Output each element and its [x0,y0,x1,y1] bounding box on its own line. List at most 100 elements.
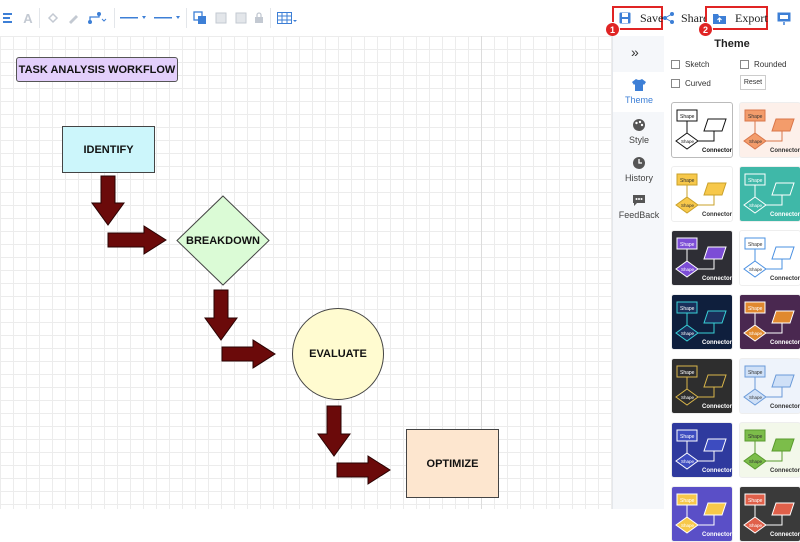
theme-card[interactable]: Shape Shape Connector [739,486,800,542]
node-optimize-label: OPTIMIZE [426,457,479,470]
rail-item-label: Style [628,135,649,145]
rail-item-history[interactable]: History [613,156,665,190]
theme-panel: Theme Sketch Rounded Curved Reset Shape S… [664,36,800,542]
theme-shape-label: Shape [748,114,763,120]
theme-shape-label: Shape [748,498,763,504]
theme-connector-label: Connector [770,340,800,346]
theme-shape-label: Shape [749,331,763,336]
panel-title: Theme [714,38,750,50]
node-optimize[interactable]: OPTIMIZE [406,429,499,498]
theme-preview: Shape Shape Connector [675,493,733,538]
theme-card[interactable]: Shape Shape Connector [671,166,733,222]
lock-icon[interactable] [252,9,266,27]
theme-card[interactable]: Shape Shape Connector [739,358,800,414]
rounded-option[interactable]: Rounded [740,60,786,69]
rounded-label: Rounded [754,60,787,69]
rounded-checkbox[interactable] [740,60,749,69]
theme-connector-label: Connector [770,276,800,282]
rail-item-theme[interactable]: Theme [613,72,665,112]
export-label: Export [735,10,768,25]
copy-style-icon[interactable] [214,9,228,27]
arrow-down-2 [204,289,238,341]
theme-shape-label: Shape [749,523,763,528]
reset-button[interactable]: Reset [740,75,766,90]
node-identify-label: IDENTIFY [83,143,134,156]
collapse-panel-icon[interactable]: » [631,44,639,60]
theme-card[interactable]: Shape Shape Connector [739,102,800,158]
theme-shape-label: Shape [749,395,763,400]
theme-preview: Shape Shape Connector [743,173,800,218]
theme-card[interactable]: Shape Shape Connector [671,422,733,478]
theme-card[interactable]: Shape Shape Connector [671,486,733,542]
theme-shape-label: Shape [681,459,695,464]
theme-card[interactable]: Shape Shape Connector [671,358,733,414]
sketch-checkbox[interactable] [671,60,680,69]
align-menu-icon[interactable] [2,9,16,27]
theme-card[interactable]: Shape Shape Connector [671,294,733,350]
theme-shape-label: Shape [681,139,695,144]
theme-shape-label: Shape [681,267,695,272]
theme-card[interactable]: Shape Shape Connector [671,102,733,158]
theme-connector-label: Connector [770,532,800,538]
line-width-dropdown[interactable] [154,9,182,27]
font-color-icon[interactable]: A [22,9,34,27]
sketch-option[interactable]: Sketch [671,60,709,69]
theme-card[interactable]: Shape Shape Connector [739,294,800,350]
node-evaluate-label: EVALUATE [309,348,367,360]
fill-bucket-icon[interactable] [46,9,60,27]
share-button[interactable]: Share [663,10,705,26]
theme-card[interactable]: Shape Shape Connector [739,230,800,286]
theme-card[interactable]: Shape Shape Connector [739,422,800,478]
save-icon [619,12,631,24]
theme-preview: Shape Shape Connector [743,365,800,410]
theme-card[interactable]: Shape Shape Connector [739,166,800,222]
theme-connector-label: Connector [702,276,733,282]
theme-card[interactable]: Shape Shape Connector [671,230,733,286]
theme-connector-label: Connector [702,468,733,474]
theme-preview: Shape Shape Connector [675,237,733,282]
group-icon[interactable] [234,9,248,27]
theme-connector-label: Connector [702,532,733,538]
arrange-icon[interactable] [192,9,208,27]
theme-shape-label: Shape [748,178,763,184]
step-badge-1: 1 [605,22,620,37]
line-style-dropdown[interactable] [120,9,148,27]
theme-shape-label: Shape [680,114,695,120]
theme-preview: Shape Shape Connector [675,173,732,218]
theme-preview: Shape Shape Connector [675,429,733,474]
theme-shape-label: Shape [680,306,695,312]
export-button[interactable]: Export [705,6,768,30]
step-badge-2: 2 [698,22,713,37]
arrow-down-3 [317,405,351,457]
theme-shape-label: Shape [748,370,763,376]
node-breakdown[interactable]: BREAKDOWN [176,195,270,286]
table-icon[interactable] [276,9,298,27]
theme-shape-label: Shape [681,523,695,528]
theme-shape-label: Shape [681,331,695,336]
theme-preview: Shape Shape Connector [743,493,800,538]
diagram-canvas[interactable]: TASK ANALYSIS WORKFLOW IDENTIFY BREAKDOW… [0,36,612,509]
theme-shape-label: Shape [749,203,763,208]
clock-icon [632,156,646,170]
theme-shape-label: Shape [680,434,695,440]
pen-icon[interactable] [66,9,80,27]
node-evaluate[interactable]: EVALUATE [292,308,384,400]
node-breakdown-label: BREAKDOWN [186,234,260,247]
theme-shape-label: Shape [680,370,695,376]
node-identify[interactable]: IDENTIFY [62,126,155,173]
theme-shape-label: Shape [748,434,763,440]
theme-connector-label: Connector [702,340,733,346]
connector-style-icon[interactable] [86,9,108,27]
curved-option[interactable]: Curved [671,79,711,88]
theme-preview: Shape Shape Connector [743,109,800,154]
theme-preview: Shape Shape Connector [743,429,800,474]
present-icon[interactable] [776,9,792,27]
palette-icon [632,118,646,132]
curved-checkbox[interactable] [671,79,680,88]
theme-preview: Shape Shape Connector [675,109,732,154]
rail-item-feedback[interactable]: FeedBack [613,194,665,228]
theme-shape-label: Shape [680,498,695,504]
sketch-label: Sketch [685,60,710,69]
curved-label: Curved [685,79,711,88]
rail-item-style[interactable]: Style [613,118,665,152]
